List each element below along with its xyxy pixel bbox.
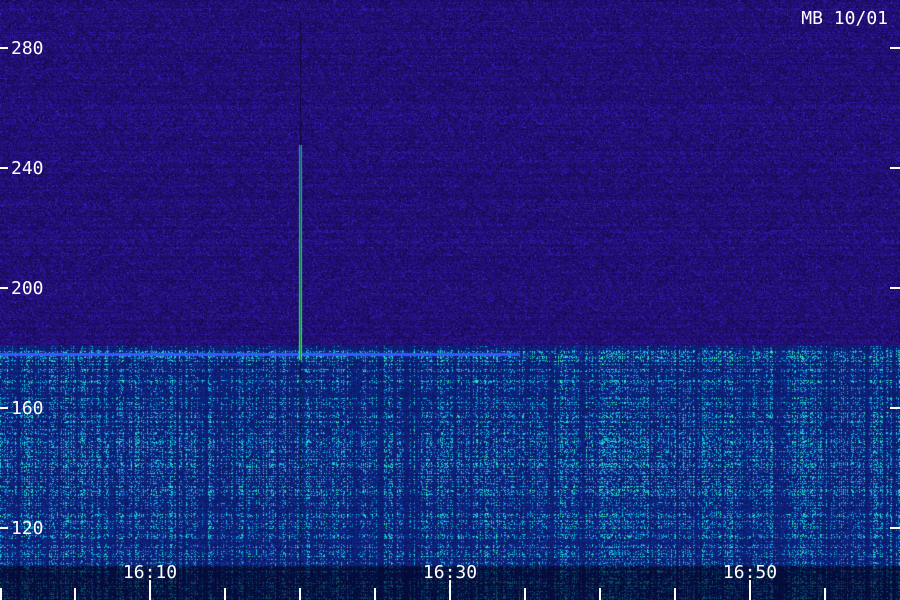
spectrogram-axes: 120 160 200 240 280 16:10 16:30 16:50 MB 10/01	[0, 8, 900, 600]
x-tick-label: 16:50	[723, 562, 777, 583]
chart-title: MB 10/01	[801, 8, 888, 29]
x-tick-label: 16:10	[123, 562, 177, 583]
y-axis: 120 160 200 240 280	[0, 38, 900, 539]
y-tick-label: 240	[11, 158, 44, 179]
spectrogram: 120 160 200 240 280 16:10 16:30 16:50 MB 10/01	[0, 0, 900, 600]
y-tick-label: 280	[11, 38, 44, 59]
x-tick-label: 16:30	[423, 562, 477, 583]
y-tick-label: 160	[11, 398, 44, 419]
x-axis: 16:10 16:30 16:50	[0, 562, 826, 600]
y-tick-label: 120	[11, 518, 44, 539]
y-tick-label: 200	[11, 278, 44, 299]
